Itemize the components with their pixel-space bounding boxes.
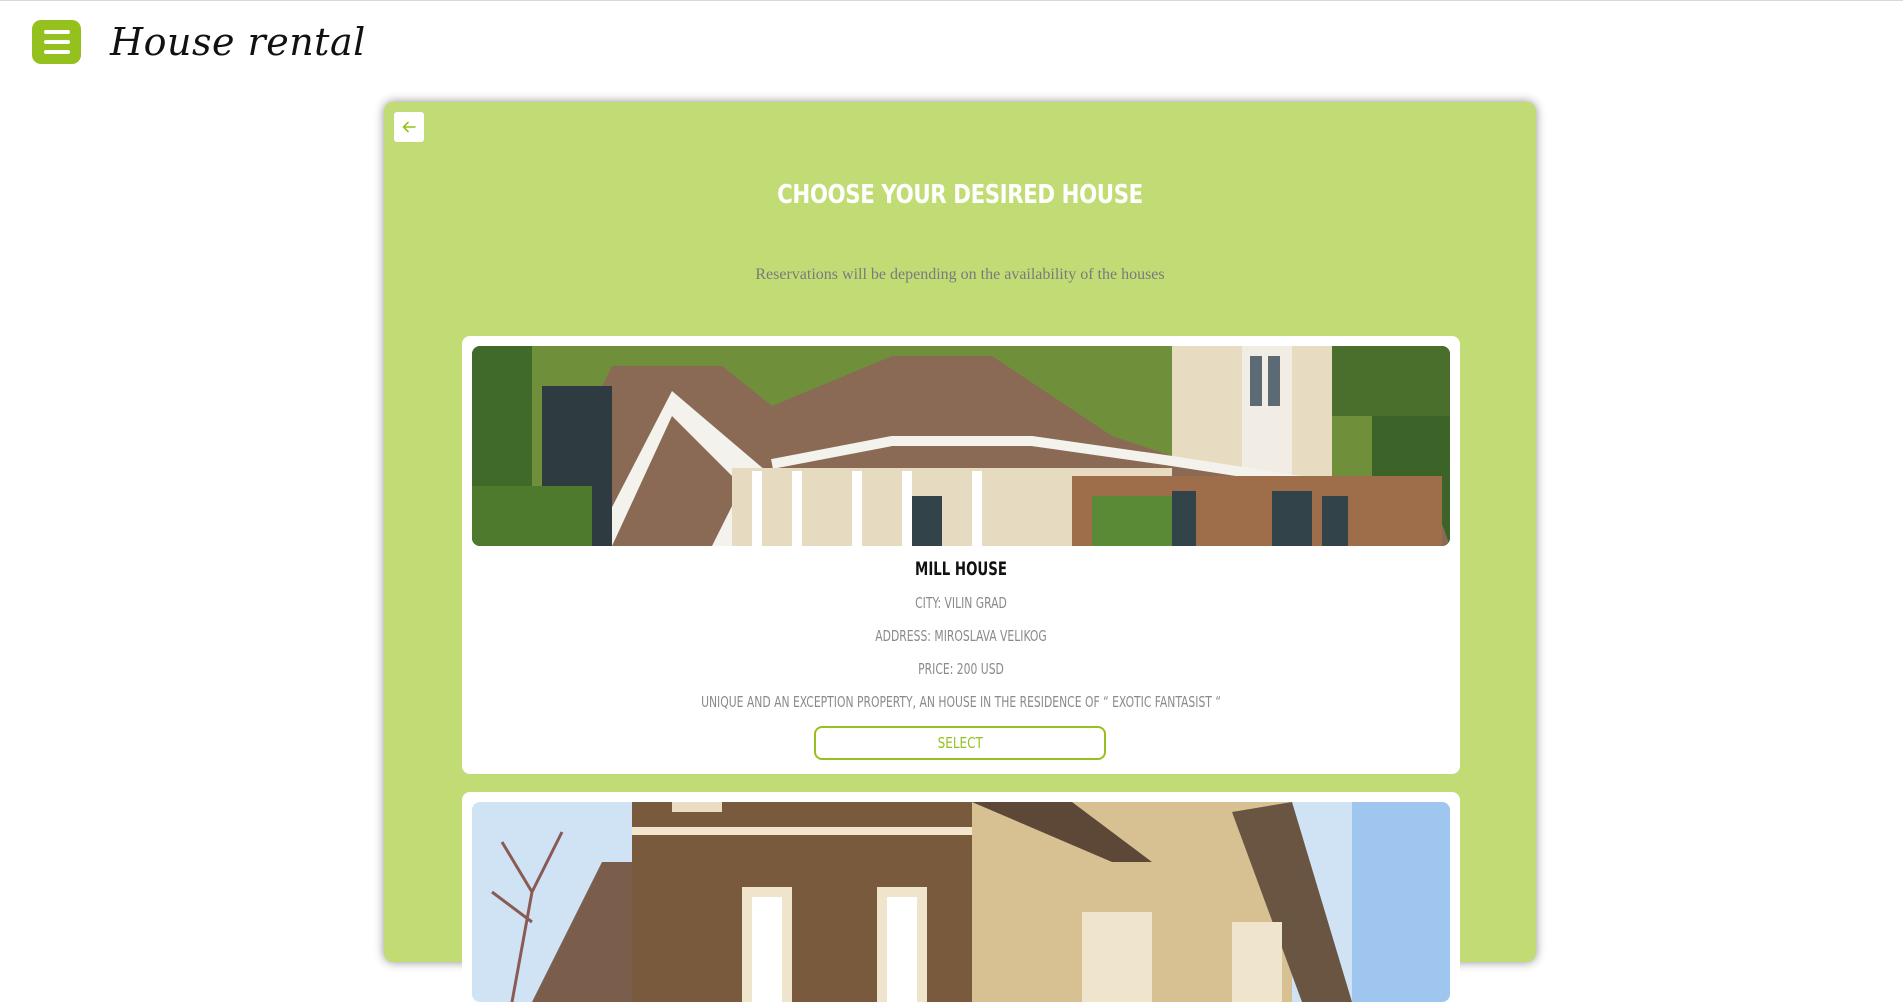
arrow-left-icon: [402, 121, 416, 133]
menu-bar: [43, 40, 70, 44]
menu-bar: [43, 50, 70, 54]
house-photo: [472, 802, 1450, 1002]
back-button[interactable]: [394, 112, 424, 142]
menu-button[interactable]: [32, 20, 81, 64]
select-button-label: SELECT: [937, 734, 983, 752]
page-subtitle: Reservations will be depending on the av…: [755, 266, 1165, 283]
house-card: [462, 792, 1460, 1002]
page-title: CHOOSE YOUR DESIRED HOUSE: [777, 180, 1143, 210]
house-selection-panel: CHOOSE YOUR DESIRED HOUSE Reservations w…: [384, 102, 1536, 1002]
app-header: House rental: [0, 0, 1903, 84]
house-city: CITY: VILIN GRAD: [915, 594, 1007, 612]
house-price: PRICE: 200 USD: [918, 660, 1004, 678]
brand-title: House rental: [110, 20, 366, 64]
house-name: MILL HOUSE: [915, 558, 1007, 580]
house-description: UNIQUE AND AN EXCEPTION PROPERTY, AN HOU…: [701, 693, 1221, 711]
house-card: MILL HOUSE CITY: VILIN GRAD ADDRESS: MIR…: [462, 336, 1460, 774]
house-address: ADDRESS: MIROSLAVA VELIKOG: [875, 627, 1047, 645]
menu-bar: [43, 30, 70, 34]
house-photo: [472, 346, 1450, 546]
select-button[interactable]: SELECT: [814, 726, 1106, 760]
